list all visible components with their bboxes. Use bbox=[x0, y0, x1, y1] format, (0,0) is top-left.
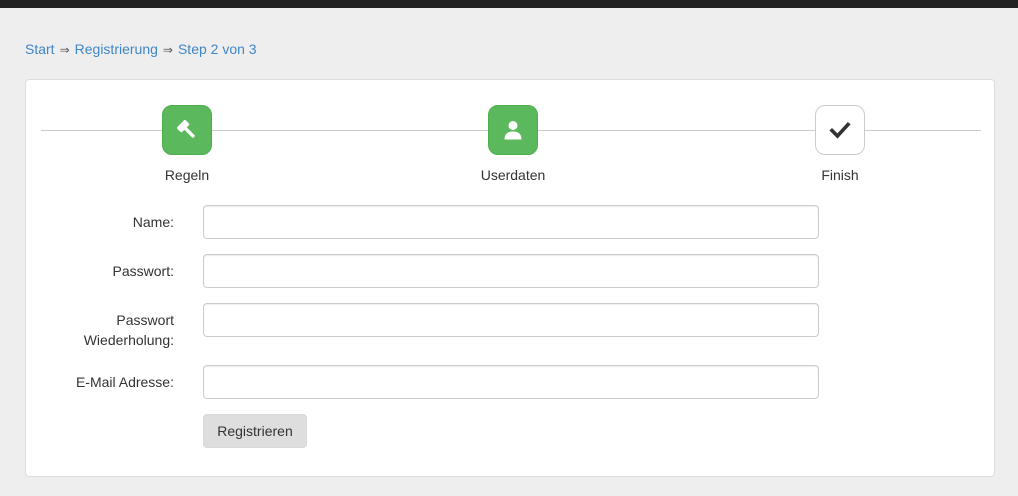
wizard-step-regeln-button[interactable] bbox=[162, 105, 212, 155]
email-label: E-Mail Adresse: bbox=[75, 374, 174, 390]
top-navbar bbox=[0, 0, 1018, 8]
user-icon bbox=[504, 121, 522, 140]
wizard-step-regeln[interactable]: Regeln bbox=[127, 105, 247, 183]
breadcrumb: Start ⇒ Registrierung ⇒ Step 2 von 3 bbox=[25, 41, 257, 58]
password-label: Passwort: bbox=[112, 263, 174, 279]
wizard-step-label: Userdaten bbox=[480, 167, 546, 183]
wizard-step-finish[interactable]: Finish bbox=[780, 105, 900, 183]
email-input[interactable] bbox=[203, 365, 819, 399]
breadcrumb-separator: ⇒ bbox=[162, 43, 173, 57]
name-input[interactable] bbox=[203, 205, 819, 239]
wizard-step-userdaten[interactable]: Userdaten bbox=[453, 105, 573, 183]
name-label: Name: bbox=[132, 214, 174, 230]
password-input[interactable] bbox=[203, 254, 819, 288]
breadcrumb-separator: ⇒ bbox=[59, 43, 70, 57]
registration-panel: Regeln Userdaten Finish Name: Passwort: … bbox=[25, 79, 995, 477]
password-repeat-label-line2: Wiederholung: bbox=[83, 332, 174, 348]
password-repeat-label: Passwort Wiederholung: bbox=[26, 310, 174, 350]
breadcrumb-start-link[interactable]: Start bbox=[25, 41, 55, 57]
check-icon bbox=[829, 121, 851, 139]
wizard-step-label: Regeln bbox=[164, 167, 210, 183]
password-repeat-input[interactable] bbox=[203, 303, 819, 337]
register-button[interactable]: Registrieren bbox=[203, 414, 307, 448]
breadcrumb-registrierung-link[interactable]: Registrierung bbox=[75, 41, 158, 57]
breadcrumb-current-step-link[interactable]: Step 2 von 3 bbox=[178, 41, 257, 57]
wizard-step-finish-button[interactable] bbox=[815, 105, 865, 155]
gavel-icon bbox=[177, 120, 195, 138]
wizard-step-label: Finish bbox=[821, 167, 859, 183]
wizard-step-userdaten-button[interactable] bbox=[488, 105, 538, 155]
password-repeat-label-line1: Passwort bbox=[116, 312, 174, 328]
